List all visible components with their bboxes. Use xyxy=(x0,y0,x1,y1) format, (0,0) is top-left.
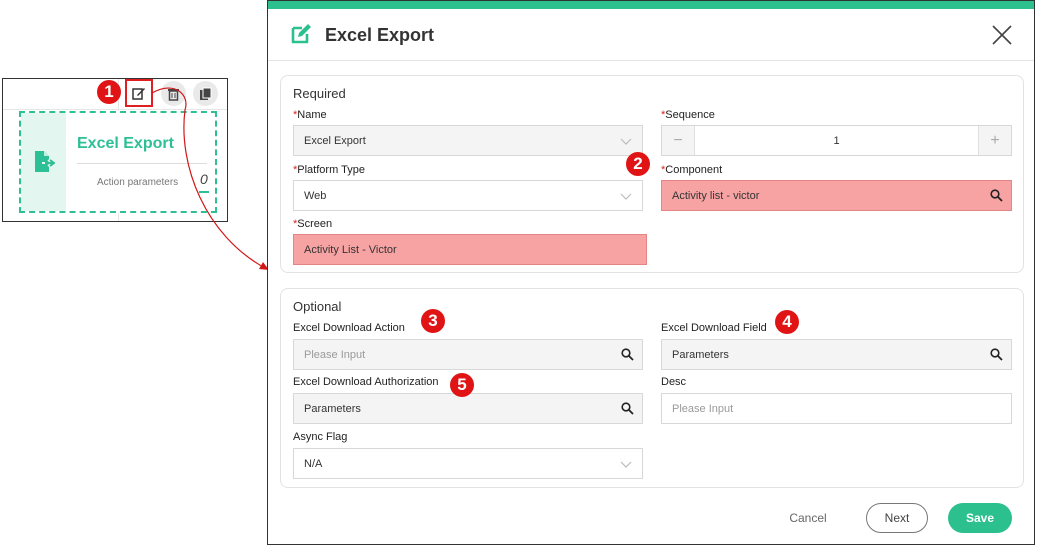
screen-label: *Screen xyxy=(293,218,333,230)
download-action-input[interactable]: Please Input xyxy=(293,339,643,370)
chevron-down-icon xyxy=(620,193,632,200)
dialog-accent-bar xyxy=(268,1,1034,9)
search-icon[interactable] xyxy=(621,348,634,361)
section-title-optional: Optional xyxy=(293,299,342,314)
desc-label: Desc xyxy=(661,376,687,388)
chevron-down-icon xyxy=(620,461,632,468)
edit-icon xyxy=(132,88,145,100)
search-icon[interactable] xyxy=(990,348,1003,361)
search-icon[interactable] xyxy=(990,189,1003,202)
callout-badge-2: 2 xyxy=(626,152,650,176)
search-icon[interactable] xyxy=(621,402,634,415)
download-authorization-label: Excel Download Authorization xyxy=(293,376,439,388)
sequence-value[interactable]: 1 xyxy=(694,126,979,155)
desc-input[interactable]: Please Input xyxy=(661,393,1012,424)
callout-badge-4: 4 xyxy=(775,310,799,334)
dialog-header: Excel Export xyxy=(268,9,1034,61)
platform-type-label: *Platform Type xyxy=(293,164,365,176)
async-flag-select[interactable]: N/A xyxy=(293,448,643,479)
optional-section: Optional Excel Download Action Please In… xyxy=(280,288,1024,488)
callout-badge-1: 1 xyxy=(97,80,121,104)
sequence-stepper[interactable]: − 1 + xyxy=(661,125,1012,156)
next-button[interactable]: Next xyxy=(866,503,928,533)
name-label: *Name xyxy=(293,109,327,121)
save-button[interactable]: Save xyxy=(948,503,1012,533)
connector-arrow xyxy=(151,87,269,270)
sequence-label: *Sequence xyxy=(661,109,715,121)
name-select[interactable]: Excel Export xyxy=(293,125,643,156)
download-field-input[interactable]: Parameters xyxy=(661,339,1012,370)
required-section: Required *Name Excel Export *Sequence − … xyxy=(280,75,1024,273)
async-flag-label: Async Flag xyxy=(293,431,348,443)
chevron-down-icon xyxy=(620,138,632,145)
file-export-icon xyxy=(34,151,55,172)
excel-export-dialog: Excel Export Required *Name Excel Export… xyxy=(267,0,1035,545)
edit-icon xyxy=(291,24,311,44)
download-action-label: Excel Download Action xyxy=(293,322,405,334)
platform-type-select[interactable]: Web xyxy=(293,180,643,211)
callout-badge-5: 5 xyxy=(450,373,474,397)
increment-button[interactable]: + xyxy=(979,126,1011,155)
cancel-button[interactable]: Cancel xyxy=(778,503,838,533)
callout-badge-3: 3 xyxy=(421,309,445,333)
node-icon-area xyxy=(21,113,66,211)
dialog-title: Excel Export xyxy=(325,25,435,45)
close-icon[interactable] xyxy=(990,23,1014,47)
download-field-label: Excel Download Field xyxy=(661,322,767,334)
screen-input[interactable]: Activity List - Victor xyxy=(293,234,647,265)
decrement-button[interactable]: − xyxy=(662,126,694,155)
edit-node-button[interactable] xyxy=(125,79,153,107)
download-authorization-input[interactable]: Parameters xyxy=(293,393,643,424)
component-label: *Component xyxy=(661,164,723,176)
section-title-required: Required xyxy=(293,86,346,101)
component-input[interactable]: Activity list - victor xyxy=(661,180,1012,211)
